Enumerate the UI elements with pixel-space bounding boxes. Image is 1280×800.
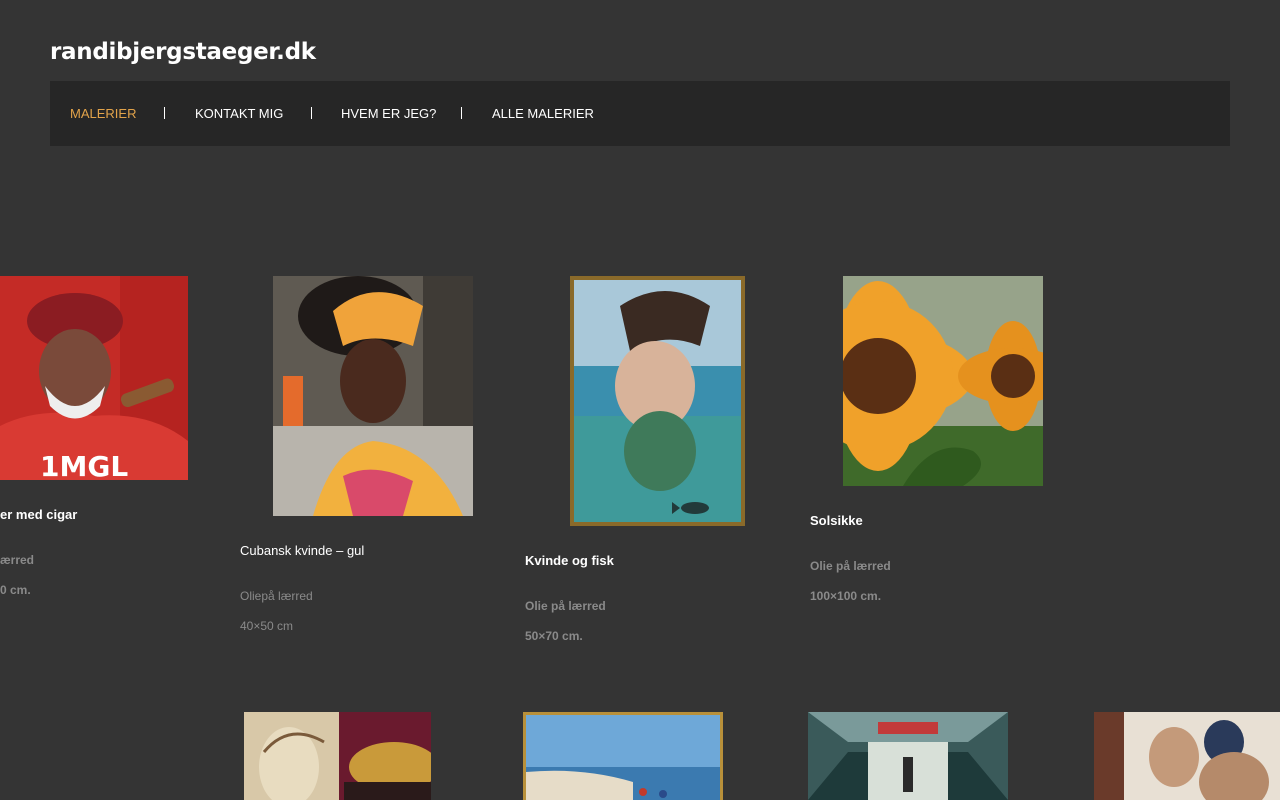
nav-separator: [461, 107, 462, 119]
painting-size: 40×50 cm: [240, 619, 294, 633]
nav-item-alle-malerier[interactable]: ALLE MALERIER: [492, 106, 594, 121]
nav-item-hvem-er-jeg[interactable]: HVEM ER JEG?: [341, 106, 436, 121]
painting-image-portraits[interactable]: [244, 712, 431, 800]
painting-image-man-with-cigar[interactable]: 1MGL: [0, 276, 188, 480]
nav-separator: [164, 107, 165, 119]
painting-size: 100×100 cm.: [810, 589, 882, 603]
painting-image-sunflowers[interactable]: [843, 276, 1043, 486]
painting-title[interactable]: er med cigar: [0, 507, 77, 522]
painting-image-train[interactable]: [808, 712, 1008, 800]
painting-size: 0 cm.: [0, 583, 31, 597]
painting-image-figures[interactable]: [1094, 712, 1280, 800]
nav-item-kontakt-mig[interactable]: KONTAKT MIG: [195, 106, 283, 121]
painting-image-beach[interactable]: [523, 712, 723, 800]
main-nav: MALERIER KONTAKT MIG HVEM ER JEG? ALLE M…: [50, 81, 1230, 146]
painting-image-cuban-woman[interactable]: [273, 276, 473, 516]
painting-title[interactable]: Solsikke: [810, 513, 863, 528]
painting-title[interactable]: Cubansk kvinde – gul: [240, 543, 364, 558]
painting-image-woman-and-fish[interactable]: [570, 276, 745, 526]
nav-item-malerier[interactable]: MALERIER: [70, 106, 136, 121]
painting-medium: Olie på lærred: [810, 559, 891, 573]
painting-medium: Oliepå lærred: [240, 589, 313, 603]
painting-size: 50×70 cm.: [525, 629, 583, 643]
painting-medium: ærred: [0, 553, 35, 567]
painting-medium: Olie på lærred: [525, 599, 606, 613]
painting-title[interactable]: Kvinde og fisk: [525, 553, 614, 568]
svg-text:1MGL: 1MGL: [40, 450, 128, 480]
nav-separator: [311, 107, 312, 119]
site-title[interactable]: randibjergstaeger.dk: [50, 36, 316, 68]
